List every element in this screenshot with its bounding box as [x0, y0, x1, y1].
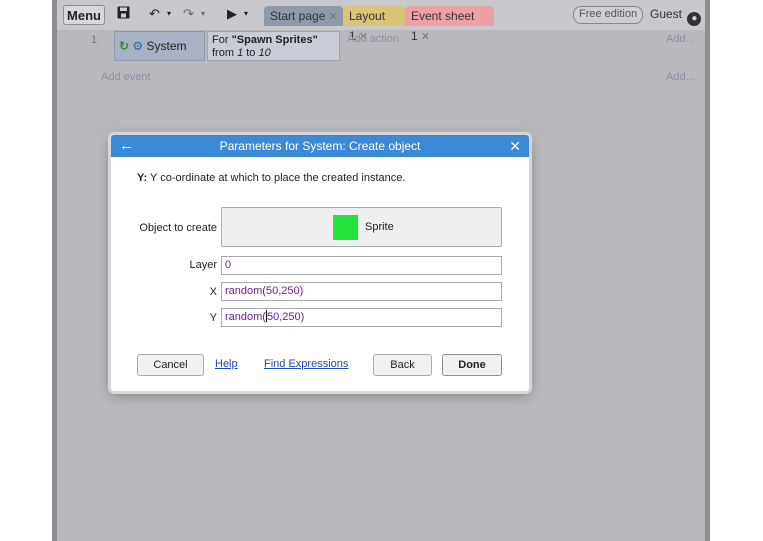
- add-action-link[interactable]: Add action: [347, 33, 399, 45]
- play-dropdown-icon[interactable]: ▾: [244, 6, 248, 22]
- object-name: Sprite: [365, 221, 394, 233]
- y-label: Y: [209, 312, 217, 324]
- gear-icon: ⚙: [132, 39, 144, 53]
- y-field[interactable]: random(50,250): [221, 308, 502, 327]
- close-icon[interactable]: ✕: [328, 11, 337, 23]
- dialog-title-bar: ← Parameters for System: Create object ✕: [111, 135, 529, 157]
- y-value-before-cursor: random(: [225, 311, 266, 323]
- layer-field[interactable]: 0: [221, 256, 502, 275]
- add-event-link[interactable]: Add event: [101, 71, 151, 83]
- parameter-hint: Y: Y co-ordinate at which to place the c…: [137, 172, 405, 184]
- loop-end: 10: [258, 47, 271, 59]
- redo-icon[interactable]: ↷: [183, 6, 194, 22]
- x-field[interactable]: random(50,250): [221, 282, 502, 301]
- parameters-dialog: ← Parameters for System: Create object ✕…: [111, 135, 529, 391]
- user-icon: ●: [687, 12, 702, 26]
- condition-for: For: [212, 34, 232, 46]
- save-icon[interactable]: [117, 6, 130, 22]
- object-picker[interactable]: Sprite: [221, 207, 502, 247]
- tab-layout-1[interactable]: Layout 1 ✕: [343, 6, 405, 43]
- back-arrow-icon[interactable]: ←: [119, 135, 134, 157]
- main-toolbar: Menu ↶ ▾ ↷ ▾ ▶ ▾ Start page ✕ Layout 1 ✕ E…: [57, 0, 705, 43]
- cancel-button[interactable]: Cancel: [137, 354, 204, 376]
- hint-param: Y:: [137, 172, 148, 184]
- dialog-title: Parameters for System: Create object: [219, 139, 421, 153]
- help-link[interactable]: Help: [215, 358, 238, 370]
- add-more-link[interactable]: Add...: [666, 33, 695, 45]
- tab-start-page[interactable]: Start page ✕: [264, 6, 343, 26]
- sprite-icon: [333, 215, 358, 240]
- object-to-create-label: Object to create: [139, 222, 217, 234]
- back-button[interactable]: Back: [373, 354, 432, 376]
- y-value-after-cursor: 50,250): [266, 311, 305, 323]
- redo-dropdown-icon[interactable]: ▾: [201, 6, 205, 22]
- find-expressions-link[interactable]: Find Expressions: [264, 358, 348, 370]
- done-button[interactable]: Done: [442, 354, 502, 376]
- tab-label: Start page: [270, 9, 326, 23]
- window-right-edge: [705, 0, 710, 541]
- guest-label: Guest: [650, 7, 683, 21]
- event-number: 1: [91, 34, 98, 46]
- loop-name: "Spawn Sprites": [231, 34, 318, 46]
- undo-dropdown-icon[interactable]: ▾: [167, 6, 171, 22]
- free-edition-badge[interactable]: Free edition: [573, 6, 644, 24]
- undo-icon[interactable]: ↶: [149, 6, 160, 22]
- play-icon[interactable]: ▶: [227, 6, 237, 22]
- menu-button[interactable]: Menu: [63, 5, 105, 25]
- hint-text: Y co-ordinate at which to place the crea…: [147, 172, 406, 184]
- layer-label: Layer: [189, 259, 217, 271]
- close-icon[interactable]: ✕: [509, 135, 521, 157]
- condition-object[interactable]: ↻ ⚙ System: [114, 31, 205, 61]
- loop-icon: ↻: [119, 39, 130, 53]
- guest-account[interactable]: Guest ●: [650, 6, 702, 26]
- condition-text[interactable]: For "Spawn Sprites" from 1 to 10: [207, 31, 340, 61]
- tab-event-sheet-1[interactable]: Event sheet 1 ✕: [405, 6, 494, 43]
- condition-from: from: [212, 47, 238, 59]
- x-label: X: [209, 286, 217, 298]
- condition-to: to: [243, 47, 259, 59]
- add-more-link-2[interactable]: Add...: [666, 71, 695, 83]
- event-row: 1 ↻ ⚙ System For "Spawn Sprites" from 1 …: [57, 30, 705, 62]
- condition-object-name: System: [146, 39, 187, 53]
